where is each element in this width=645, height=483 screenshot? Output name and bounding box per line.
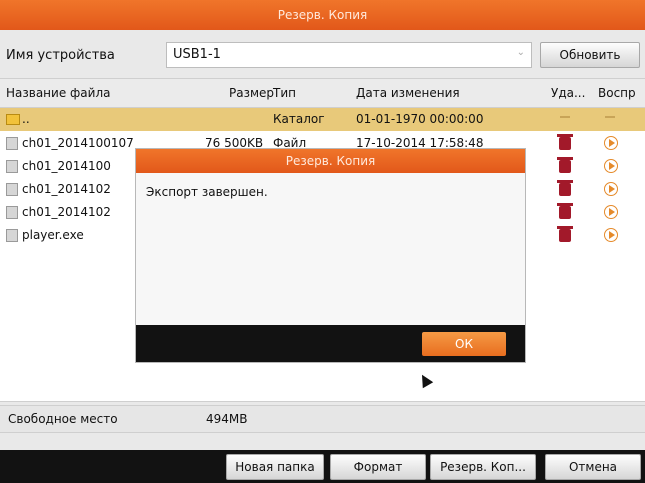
file-icon [6,183,18,196]
trash-icon[interactable] [557,226,573,242]
file-date: 01-01-1970 00:00:00 [356,112,484,126]
file-icon [6,137,18,150]
free-space-row: Свободное место 494MB [0,405,645,433]
export-dialog: Резерв. Копия Экспорт завершен. ОК [135,148,526,363]
window-title: Резерв. Копия [0,0,645,30]
header-delete[interactable]: Уда... [551,86,585,100]
trash-icon[interactable] [557,203,573,219]
file-icon [6,229,18,242]
table-row[interactable]: .. Каталог 01-01-1970 00:00:00 [0,108,645,131]
ok-button[interactable]: ОК [422,332,506,356]
free-space-value: 494MB [206,412,248,426]
dialog-footer: ОК [136,325,525,362]
file-name: ch01_2014102 [22,182,111,196]
file-name: player.exe [22,228,84,242]
cancel-button[interactable]: Отмена [545,454,641,480]
file-name: ch01_2014100 [22,159,111,173]
file-icon [6,206,18,219]
header-play[interactable]: Воспр [598,86,636,100]
folder-icon [6,114,20,125]
format-button[interactable]: Формат [330,454,426,480]
trash-icon[interactable] [557,180,573,196]
footer-bar: Новая папка Формат Резерв. Коп... Отмена [0,450,645,483]
play-icon[interactable] [604,136,618,150]
header-modified[interactable]: Дата изменения [356,86,460,100]
device-name-label: Имя устройства [6,48,115,63]
refresh-button[interactable]: Обновить [540,42,640,68]
dialog-message: Экспорт завершен. [146,185,268,199]
file-name: .. [22,112,30,126]
backup-button[interactable]: Резерв. Коп... [430,454,536,480]
no-delete-icon [560,116,570,118]
trash-icon[interactable] [557,157,573,173]
header-type[interactable]: Тип [273,86,296,100]
file-type: Каталог [273,112,325,126]
file-name: ch01_2014100107 [22,136,134,150]
dialog-title: Резерв. Копия [136,149,525,173]
play-icon[interactable] [604,159,618,173]
free-space-label: Свободное место [8,412,118,426]
backup-window: Резерв. Копия Имя устройства USB1-1 ⌄ Об… [0,0,645,483]
header-size[interactable]: Размер [229,86,274,100]
file-icon [6,160,18,173]
no-play-icon [605,116,615,118]
chevron-down-icon: ⌄ [516,47,525,58]
table-header: Название файла Размер Тип Дата изменения… [0,79,645,108]
play-icon[interactable] [604,205,618,219]
trash-icon[interactable] [557,134,573,150]
play-icon[interactable] [604,228,618,242]
header-filename[interactable]: Название файла [6,86,110,100]
device-select-value: USB1-1 [173,47,221,62]
device-select[interactable]: USB1-1 ⌄ [166,42,532,68]
new-folder-button[interactable]: Новая папка [226,454,324,480]
play-icon[interactable] [604,182,618,196]
file-name: ch01_2014102 [22,205,111,219]
